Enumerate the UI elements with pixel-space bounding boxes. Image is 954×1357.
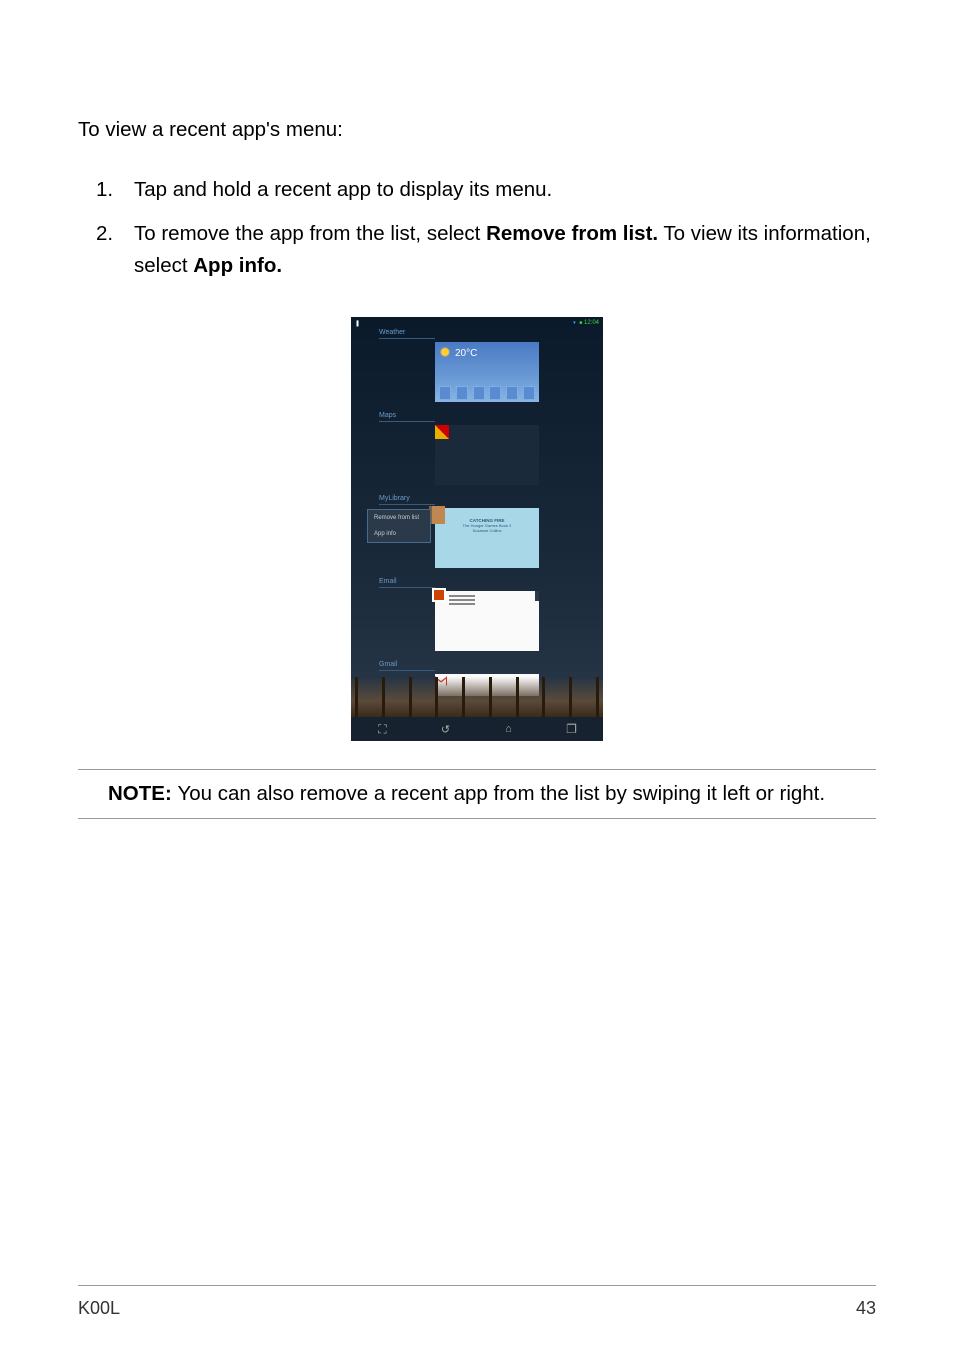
recent-item-email[interactable]: Email — [379, 578, 575, 651]
list-number: 2. — [96, 218, 128, 282]
text-fragment: To remove the app from the list, select — [134, 222, 486, 245]
bold-app-info: App info. — [193, 254, 282, 277]
list-body: To remove the app from the list, select … — [128, 218, 876, 282]
list-number: 1. — [96, 174, 128, 206]
recent-thumb-email[interactable] — [435, 591, 539, 651]
intro-text: To view a recent app's menu: — [78, 118, 876, 142]
status-bar: ❚ ▾ ■ 12:04 — [351, 317, 603, 329]
recent-item-weather[interactable]: Weather 20°C — [379, 329, 575, 402]
list-item-1: 1. Tap and hold a recent app to display … — [96, 174, 876, 206]
battery-icon: ■ — [579, 320, 582, 326]
status-right: ▾ ■ 12:04 — [573, 320, 599, 326]
maps-icon — [435, 425, 449, 439]
recent-label: MyLibrary — [379, 495, 435, 505]
recent-label: Weather — [379, 329, 435, 339]
recent-item-mylibrary[interactable]: MyLibrary CATCHING FIRE The Hunger Games… — [379, 495, 575, 568]
list-body: Tap and hold a recent app to display its… — [128, 174, 876, 206]
email-lines-icon — [449, 595, 537, 607]
recent-label: Maps — [379, 412, 435, 422]
recent-label: Gmail — [379, 661, 435, 671]
back-icon[interactable]: ↺ — [439, 722, 453, 736]
recent-thumb-weather[interactable]: 20°C — [435, 342, 539, 402]
recent-apps-list: Weather 20°C Maps MyLibrary — [351, 329, 603, 696]
email-icon — [432, 588, 446, 602]
home-icon[interactable]: ⌂ — [502, 722, 516, 736]
wifi-icon: ▾ — [573, 320, 576, 326]
navigation-bar: ⛶ ↺ ⌂ ❐ — [351, 717, 603, 741]
book-icon — [429, 506, 445, 524]
dark-strip — [535, 591, 539, 601]
wallpaper-posts — [351, 677, 603, 717]
page-footer: K00L 43 — [78, 1285, 876, 1319]
bold-remove-from-list: Remove from list. — [486, 222, 658, 245]
instruction-list: 1. Tap and hold a recent app to display … — [78, 174, 876, 281]
recent-label: Email — [379, 578, 435, 588]
sun-icon — [439, 346, 451, 358]
status-time: 12:04 — [584, 320, 599, 326]
recent-thumb-maps[interactable] — [435, 425, 539, 485]
forecast-row — [439, 386, 535, 400]
menu-item-remove-from-list[interactable]: Remove from list — [368, 510, 430, 526]
recent-apps-icon[interactable]: ❐ — [565, 722, 579, 736]
note-label: NOTE: — [108, 782, 177, 805]
book-author: Suzanne Collins — [435, 528, 539, 533]
status-left-icon: ❚ — [355, 320, 360, 327]
device-screenshot: ❚ ▾ ■ 12:04 Weather 20°C Maps — [351, 317, 603, 741]
recent-thumb-mylibrary[interactable]: CATCHING FIRE The Hunger Games Book 2 Su… — [435, 508, 539, 568]
list-item-2: 2. To remove the app from the list, sele… — [96, 218, 876, 282]
note-section: NOTE: You can also remove a recent app f… — [78, 769, 876, 819]
screenshot-icon[interactable]: ⛶ — [376, 722, 390, 736]
menu-item-app-info[interactable]: App info — [368, 526, 430, 542]
screenshot-container: ❚ ▾ ■ 12:04 Weather 20°C Maps — [78, 317, 876, 741]
weather-temp: 20°C — [455, 348, 477, 359]
footer-model: K00L — [78, 1298, 120, 1319]
book-title: CATCHING FIRE — [435, 508, 539, 523]
recent-item-maps[interactable]: Maps — [379, 412, 575, 485]
footer-page-number: 43 — [856, 1298, 876, 1319]
note-text: You can also remove a recent app from th… — [177, 782, 825, 805]
context-menu: Remove from list App info — [367, 509, 431, 543]
